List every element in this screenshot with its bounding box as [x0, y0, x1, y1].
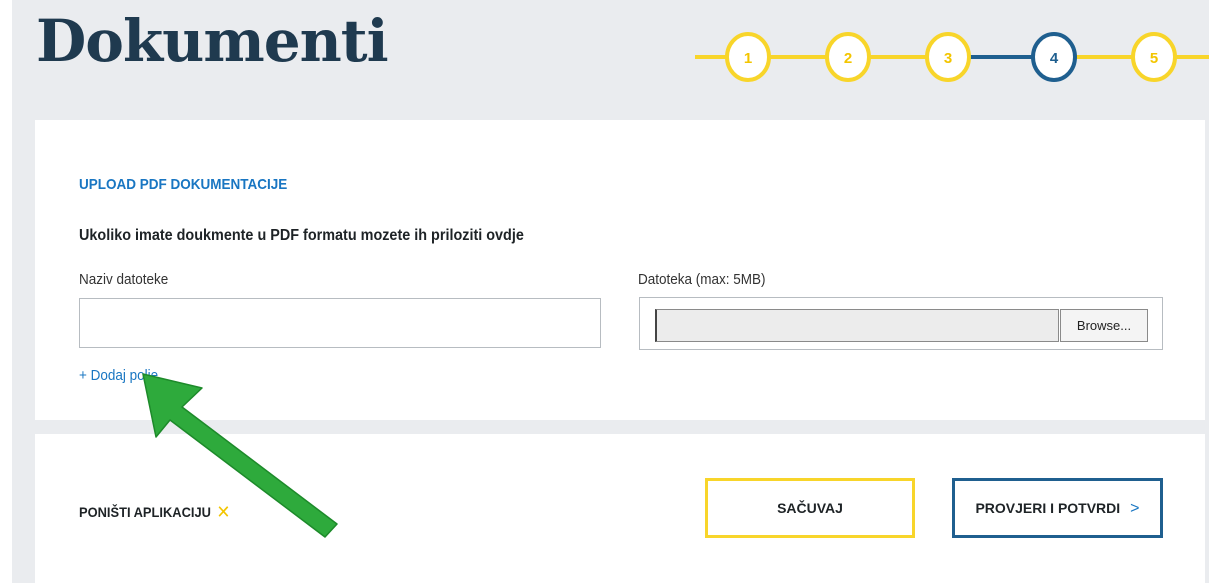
- upload-instructions: Ukoliko imate doukmente u PDF formatu mo…: [79, 227, 524, 244]
- chevron-right-icon: >: [1130, 500, 1140, 517]
- file-path-input[interactable]: [655, 309, 1059, 342]
- step-5-label: 5: [1150, 50, 1158, 67]
- file-name-input[interactable]: [79, 298, 601, 348]
- confirm-button[interactable]: PROVJERI I POTVRDI >: [952, 478, 1163, 538]
- progress-stepper: 1 2 3 4 5: [695, 30, 1209, 82]
- cancel-application-label: PONIŠTI APLIKACIJU: [79, 504, 211, 520]
- step-2[interactable]: 2: [825, 32, 871, 82]
- save-button-label: SAČUVAJ: [777, 500, 843, 516]
- close-icon: ✕: [216, 502, 231, 522]
- step-3[interactable]: 3: [925, 32, 971, 82]
- section-title: UPLOAD PDF DOKUMENTACIJE: [79, 176, 288, 193]
- add-field-link[interactable]: + Dodaj polje: [79, 367, 158, 384]
- file-name-label: Naziv datoteke: [79, 271, 169, 288]
- step-4-label: 4: [1050, 50, 1059, 67]
- actions-card: PONIŠTI APLIKACIJU ✕ SAČUVAJ PROVJERI I P…: [35, 434, 1205, 583]
- cancel-application-button[interactable]: PONIŠTI APLIKACIJU ✕: [79, 501, 230, 522]
- file-label: Datoteka (max: 5MB): [638, 271, 766, 288]
- step-3-label: 3: [944, 50, 952, 67]
- upload-card: UPLOAD PDF DOKUMENTACIJE Ukoliko imate d…: [35, 120, 1205, 420]
- step-1[interactable]: 1: [725, 32, 771, 82]
- page-title: Dokumenti: [36, 7, 389, 75]
- confirm-button-label: PROVJERI I POTVRDI: [975, 500, 1121, 516]
- step-4[interactable]: 4: [1031, 32, 1077, 82]
- save-button[interactable]: SAČUVAJ: [705, 478, 915, 538]
- step-5[interactable]: 5: [1131, 32, 1177, 82]
- browse-button[interactable]: Browse...: [1060, 309, 1148, 342]
- file-upload-field: Browse...: [639, 297, 1163, 350]
- step-2-label: 2: [844, 50, 852, 67]
- step-1-label: 1: [744, 50, 752, 67]
